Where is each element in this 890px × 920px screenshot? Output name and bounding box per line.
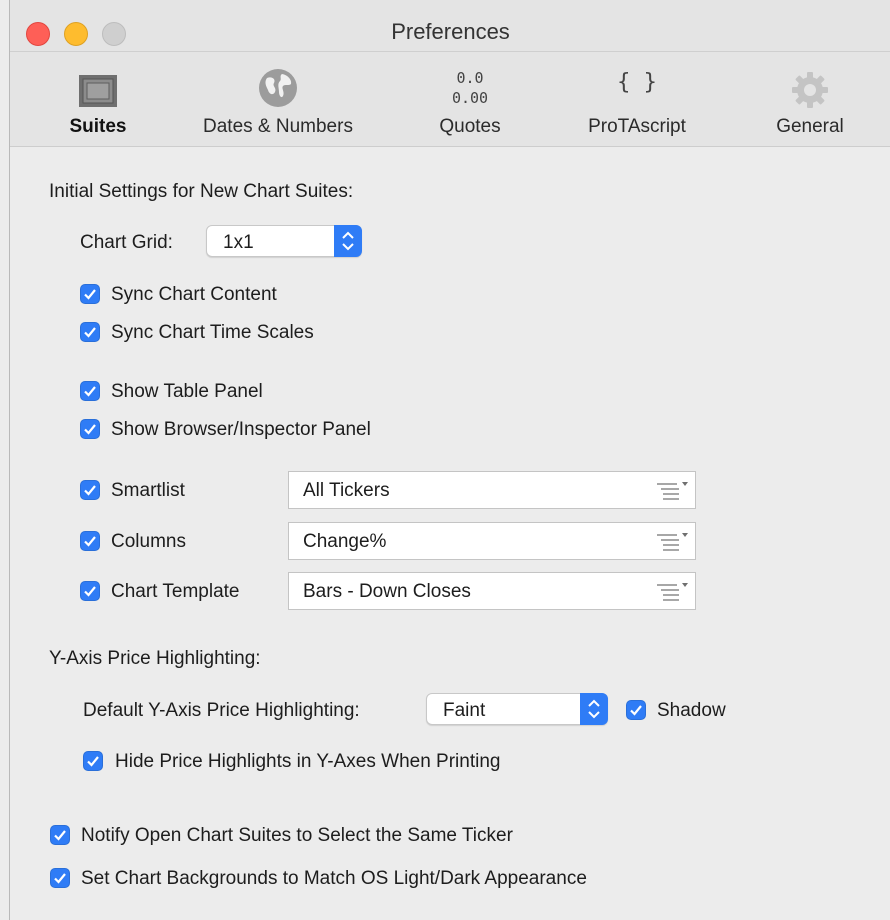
quotes-icon-line-1: 0.0 [456, 69, 484, 87]
window-title: Preferences [391, 19, 510, 44]
tab-suites-label: Suites [69, 116, 127, 137]
columns-field[interactable]: Change% [288, 522, 696, 560]
chart-grid-label: Chart Grid: [80, 232, 173, 253]
y-axis-heading: Y-Axis Price Highlighting: [49, 648, 261, 669]
y-axis-highlighting-stepper[interactable] [580, 693, 608, 725]
initial-settings-heading: Initial Settings for New Chart Suites: [49, 181, 354, 202]
smartlist-label[interactable]: Smartlist [111, 480, 185, 502]
globe-icon [259, 69, 297, 107]
tab-dates-numbers[interactable]: Dates & Numbers [186, 52, 370, 147]
chart-grid-popup[interactable]: 1x1 [206, 225, 362, 257]
quotes-icon: 0.0 0.00 [440, 68, 500, 108]
braces-icon: { } [617, 70, 657, 95]
shadow-checkbox[interactable] [626, 700, 646, 720]
match-os-appearance-checkbox[interactable] [50, 868, 70, 888]
notify-chart-suites-label[interactable]: Notify Open Chart Suites to Select the S… [81, 825, 513, 847]
shadow-label[interactable]: Shadow [657, 700, 726, 722]
checkmark-icon [54, 830, 66, 841]
list-menu-icon[interactable] [655, 480, 689, 502]
notify-chart-suites-checkbox[interactable] [50, 825, 70, 845]
checkmark-icon [84, 586, 96, 597]
smartlist-field[interactable]: All Tickers [288, 471, 696, 509]
show-table-panel-label[interactable]: Show Table Panel [111, 381, 263, 403]
match-os-appearance-label[interactable]: Set Chart Backgrounds to Match OS Light/… [81, 868, 587, 890]
tab-quotes[interactable]: 0.0 0.00 Quotes [420, 52, 520, 147]
chart-template-field[interactable]: Bars - Down Closes [288, 572, 696, 610]
tab-general-label: General [776, 116, 844, 137]
sync-chart-content-label[interactable]: Sync Chart Content [111, 284, 277, 306]
chart-template-label[interactable]: Chart Template [111, 581, 240, 603]
hide-price-highlights-label[interactable]: Hide Price Highlights in Y-Axes When Pri… [115, 751, 500, 773]
checkmark-icon [84, 536, 96, 547]
checkmark-icon [84, 327, 96, 338]
show-browser-inspector-checkbox[interactable] [80, 419, 100, 439]
preferences-toolbar: Suites Dates & Numbers 0.0 0.00 Quotes {… [10, 52, 890, 147]
gear-icon [792, 72, 828, 108]
checkmark-icon [54, 873, 66, 884]
smartlist-value: All Tickers [303, 480, 390, 501]
tab-protascript-label: ProTAscript [588, 116, 686, 137]
smartlist-checkbox[interactable] [80, 480, 100, 500]
y-axis-highlighting-value: Faint [443, 700, 486, 721]
checkmark-icon [630, 705, 642, 716]
sync-chart-time-scales-checkbox[interactable] [80, 322, 100, 342]
checkmark-icon [84, 485, 96, 496]
chart-template-value: Bars - Down Closes [303, 581, 471, 602]
preferences-window: Preferences Suites Dates & Numbers 0.0 0… [9, 0, 890, 920]
checkmark-icon [84, 289, 96, 300]
sync-chart-time-scales-label[interactable]: Sync Chart Time Scales [111, 322, 314, 344]
quotes-icon-line-2: 0.00 [451, 89, 489, 107]
chart-template-checkbox[interactable] [80, 581, 100, 601]
chart-grid-stepper[interactable] [334, 225, 362, 257]
y-axis-highlighting-popup[interactable]: Faint [426, 693, 608, 725]
checkmark-icon [84, 386, 96, 397]
title-bar: Preferences [10, 0, 890, 52]
checkmark-icon [84, 424, 96, 435]
chevron-up-down-icon [342, 231, 354, 251]
tab-protascript[interactable]: { } ProTAscript [570, 52, 704, 147]
tab-general[interactable]: General [760, 52, 860, 147]
tab-dates-numbers-label: Dates & Numbers [203, 116, 353, 137]
columns-checkbox[interactable] [80, 531, 100, 551]
list-menu-icon[interactable] [655, 531, 689, 553]
tab-quotes-label: Quotes [439, 116, 501, 137]
hide-price-highlights-checkbox[interactable] [83, 751, 103, 771]
checkmark-icon [87, 756, 99, 767]
default-y-axis-highlighting-label: Default Y-Axis Price Highlighting: [83, 700, 360, 721]
chart-grid-value: 1x1 [223, 232, 254, 253]
suites-icon [79, 75, 117, 107]
show-browser-inspector-label[interactable]: Show Browser/Inspector Panel [111, 419, 371, 441]
sync-chart-content-checkbox[interactable] [80, 284, 100, 304]
columns-label[interactable]: Columns [111, 531, 186, 553]
columns-value: Change% [303, 531, 387, 552]
show-table-panel-checkbox[interactable] [80, 381, 100, 401]
chevron-up-down-icon [588, 699, 600, 719]
tab-suites[interactable]: Suites [48, 52, 148, 147]
list-menu-icon[interactable] [655, 581, 689, 603]
